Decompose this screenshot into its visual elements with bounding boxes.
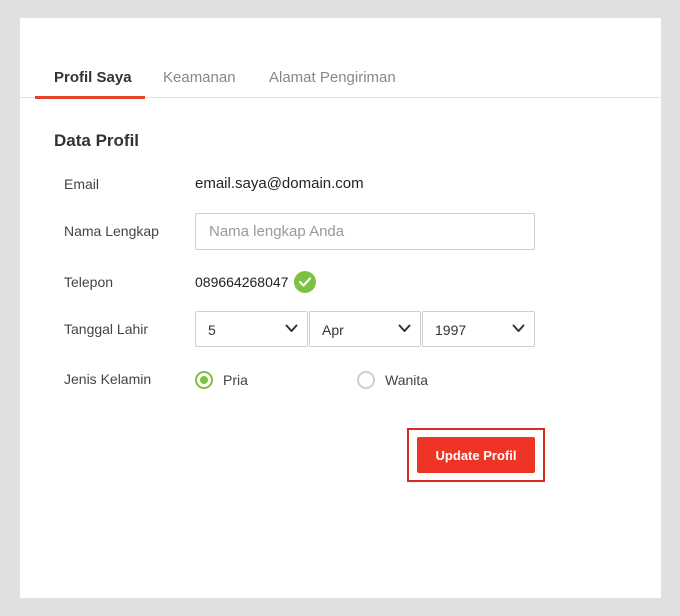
birth-year-select[interactable]: 1997 <box>422 311 535 347</box>
gender-option-label: Wanita <box>385 372 429 388</box>
birth-month-select[interactable]: Apr <box>309 311 421 347</box>
profile-tabs: Profil Saya Keamanan Alamat Pengiriman <box>20 18 661 98</box>
update-profile-button[interactable]: Update Profil <box>417 437 535 473</box>
chevron-down-icon <box>512 324 525 332</box>
birth-day-value: 5 <box>208 322 216 338</box>
gender-option-label: Pria <box>223 372 248 388</box>
birth-day-select[interactable]: 5 <box>195 311 308 347</box>
check-circle-icon <box>294 271 316 293</box>
birthdate-label: Tanggal Lahir <box>64 321 149 337</box>
chevron-down-icon <box>285 324 298 332</box>
tab-alamat-pengiriman[interactable]: Alamat Pengiriman <box>269 69 396 86</box>
gender-option-pria[interactable]: Pria <box>195 371 248 389</box>
phone-value: 089664268047 <box>195 274 289 290</box>
email-label: Email <box>64 176 100 192</box>
phone-label: Telepon <box>64 274 114 290</box>
profile-card: Profil Saya Keamanan Alamat Pengiriman D… <box>20 18 661 598</box>
section-title: Data Profil <box>54 131 140 150</box>
tab-keamanan[interactable]: Keamanan <box>163 69 236 86</box>
email-value: email.saya@domain.com <box>195 175 364 192</box>
birth-month-value: Apr <box>322 322 344 338</box>
radio-checked-icon[interactable] <box>195 371 213 389</box>
gender-label: Jenis Kelamin <box>64 371 152 387</box>
radio-unchecked-icon[interactable] <box>357 371 375 389</box>
name-label: Nama Lengkap <box>64 223 159 239</box>
tab-profil-saya[interactable]: Profil Saya <box>54 69 132 86</box>
name-input[interactable] <box>195 213 535 250</box>
gender-option-wanita[interactable]: Wanita <box>357 371 428 389</box>
active-tab-indicator <box>35 96 145 99</box>
chevron-down-icon <box>398 324 411 332</box>
birth-year-value: 1997 <box>435 322 467 338</box>
